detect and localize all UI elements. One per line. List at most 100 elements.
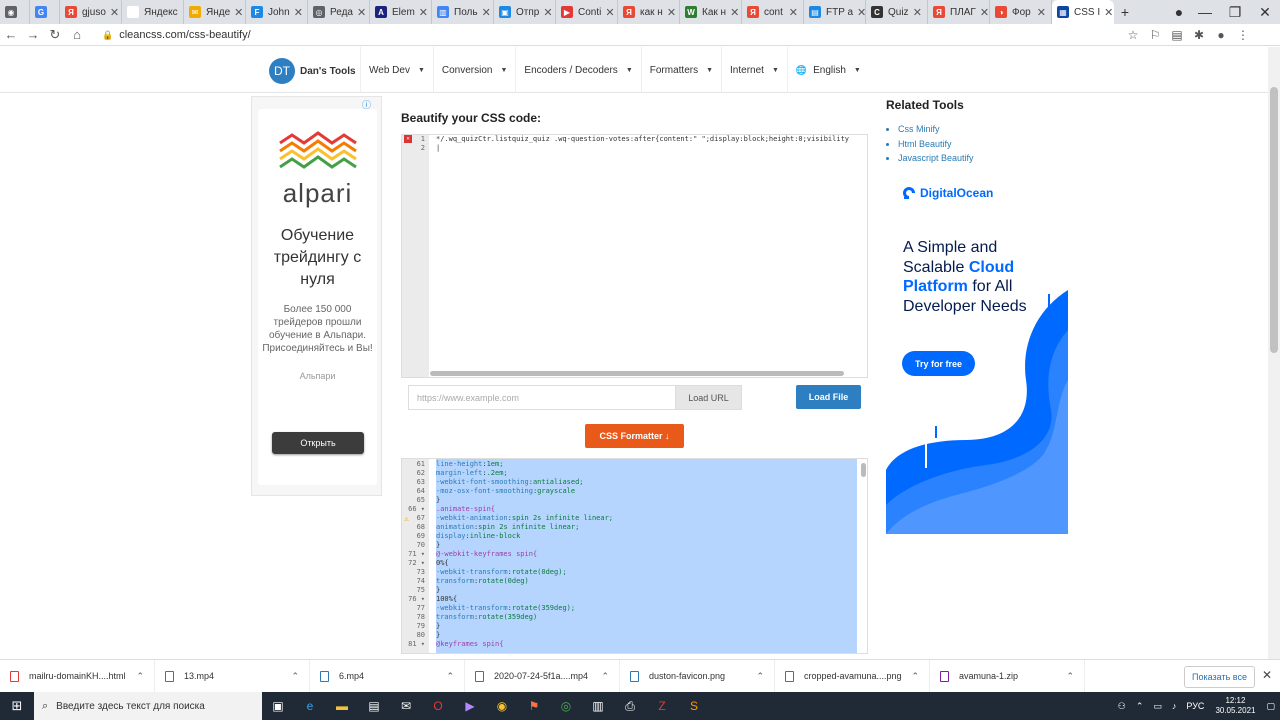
chevron-up-icon[interactable]: ⌃ bbox=[1066, 671, 1074, 682]
browser-tab[interactable]: Яgjuso ✕ bbox=[60, 0, 122, 24]
ad-open-button[interactable]: Открыть bbox=[272, 432, 364, 454]
terminal-icon[interactable]: ▥ bbox=[582, 692, 614, 720]
input-horizontal-scrollbar[interactable] bbox=[430, 371, 844, 376]
tab-close-icon[interactable]: ✕ bbox=[601, 6, 614, 19]
tab-close-icon[interactable]: ✕ bbox=[415, 6, 428, 19]
browser-tab[interactable]: Яcont ✕ bbox=[742, 0, 804, 24]
tab-close-icon[interactable]: ✕ bbox=[539, 6, 552, 19]
load-file-button[interactable]: Load File bbox=[796, 385, 861, 409]
bookmark-star-icon[interactable]: ☆ bbox=[1122, 28, 1144, 42]
download-item[interactable]: avamuna-1.zip ⌃ bbox=[930, 659, 1085, 693]
tab-search-icon[interactable]: ● bbox=[1168, 4, 1190, 20]
user-icon[interactable]: ⚇ bbox=[1118, 701, 1126, 712]
download-item[interactable]: cropped-avamuna....png ⌃ bbox=[775, 659, 930, 693]
tab-close-icon[interactable]: ✕ bbox=[1100, 6, 1113, 19]
mail-icon[interactable]: ✉ bbox=[390, 692, 422, 720]
media-player-icon[interactable]: ▶ bbox=[454, 692, 486, 720]
chevron-up-icon[interactable]: ⌃ bbox=[136, 671, 144, 682]
browser-menu-icon[interactable]: ⋮ bbox=[1232, 28, 1254, 42]
opera-icon[interactable]: O bbox=[422, 692, 454, 720]
torrent-icon[interactable]: ⚑ bbox=[518, 692, 550, 720]
download-item[interactable]: mailru-domainKH....html ⌃ bbox=[0, 659, 155, 693]
filezilla-icon[interactable]: Z bbox=[646, 692, 678, 720]
chevron-up-icon[interactable]: ⌃ bbox=[446, 671, 454, 682]
download-item[interactable]: 2020-07-24-5f1a....mp4 ⌃ bbox=[465, 659, 620, 693]
new-tab-icon[interactable]: + bbox=[1114, 4, 1136, 20]
printer-icon[interactable]: ⎙ bbox=[614, 692, 646, 720]
edge-icon[interactable]: e bbox=[294, 692, 326, 720]
home-icon[interactable]: ⌂ bbox=[66, 27, 88, 42]
tray-chevron-icon[interactable]: ⌃ bbox=[1136, 701, 1144, 712]
tab-close-icon[interactable]: ✕ bbox=[478, 6, 491, 19]
browser-tab[interactable]: ▶ Conti ✕ bbox=[556, 0, 618, 24]
reload-icon[interactable]: ↻ bbox=[44, 27, 66, 43]
browser-tab[interactable]: ◉ bbox=[0, 0, 30, 24]
tab-close-icon[interactable]: ✕ bbox=[663, 6, 676, 19]
page-scroll-thumb[interactable] bbox=[1270, 87, 1278, 353]
related-tool-link[interactable]: Javascript Beautify bbox=[898, 151, 974, 166]
browser-tab[interactable]: ✉ Янде ✕ bbox=[184, 0, 246, 24]
media-icon[interactable]: ▤ bbox=[1166, 28, 1188, 42]
related-tool-link[interactable]: Css Minify bbox=[898, 122, 974, 137]
volume-icon[interactable]: ♪ bbox=[1172, 701, 1177, 711]
chevron-up-icon[interactable]: ⌃ bbox=[601, 671, 609, 682]
menu-item-encoders-decoders[interactable]: Encoders / Decoders ▼ bbox=[515, 47, 640, 93]
digitalocean-ad[interactable]: DigitalOcean A Simple and Scalable Cloud… bbox=[886, 170, 1068, 534]
url-field[interactable]: 🔒 cleancss.com/css-beautify/ bbox=[102, 29, 1122, 41]
sublime-icon[interactable]: S bbox=[678, 692, 710, 720]
explorer-icon[interactable]: ▬ bbox=[326, 692, 358, 720]
browser-tab[interactable]: A Elem ✕ bbox=[370, 0, 432, 24]
site-logo[interactable]: DT Dan's Tools bbox=[269, 58, 356, 84]
keyboard-language[interactable]: РУС bbox=[1186, 701, 1204, 711]
browser-tab[interactable]: ◑ Фор ✕ bbox=[990, 0, 1052, 24]
profile-avatar[interactable]: ● bbox=[1210, 28, 1232, 42]
windows-start-icon[interactable]: ⊞ bbox=[0, 698, 34, 714]
page-scrollbar[interactable] bbox=[1268, 47, 1280, 659]
extensions-icon[interactable]: ✱ bbox=[1188, 28, 1210, 42]
try-for-free-button[interactable]: Try for free bbox=[902, 351, 975, 376]
menu-item-english[interactable]: 🌐 English ▼ bbox=[786, 47, 869, 93]
tab-close-icon[interactable]: ✕ bbox=[106, 6, 119, 19]
close-downloads-icon[interactable]: ✕ bbox=[1262, 668, 1272, 682]
download-item[interactable]: 13.mp4 ⌃ bbox=[155, 659, 310, 693]
network-icon[interactable]: ▭ bbox=[1153, 701, 1162, 712]
url-input[interactable]: https://www.example.com bbox=[408, 385, 676, 410]
store-icon[interactable]: ▤ bbox=[358, 692, 390, 720]
chrome-icon[interactable]: ◉ bbox=[486, 692, 518, 720]
tab-close-icon[interactable]: ✕ bbox=[726, 6, 739, 19]
menu-item-formatters[interactable]: Formatters ▼ bbox=[640, 47, 721, 93]
menu-item-web-dev[interactable]: Web Dev ▼ bbox=[360, 47, 433, 93]
browser-tab[interactable]: F John ✕ bbox=[246, 0, 308, 24]
tab-close-icon[interactable]: ✕ bbox=[853, 6, 865, 19]
download-item[interactable]: duston-favicon.png ⌃ bbox=[620, 659, 775, 693]
css-formatter-button[interactable]: CSS Formatter ↓ bbox=[585, 424, 684, 448]
tab-close-icon[interactable]: ✕ bbox=[785, 6, 798, 19]
tab-close-icon[interactable]: ✕ bbox=[1033, 6, 1046, 19]
browser-tab[interactable]: ▣ Отпр ✕ bbox=[494, 0, 556, 24]
taskbar-search[interactable]: ⌕ Введите здесь текст для поиска bbox=[34, 692, 262, 720]
browser-tab[interactable]: ▤ FTP а ✕ bbox=[804, 0, 866, 24]
browser-tab[interactable]: Яндекс✕ bbox=[122, 0, 184, 24]
window-close-icon[interactable]: ✕ bbox=[1250, 4, 1280, 21]
tab-close-icon[interactable]: ✕ bbox=[290, 6, 303, 19]
minimize-icon[interactable]: — bbox=[1190, 4, 1220, 20]
browser-tab[interactable]: ▥ Поль ✕ bbox=[432, 0, 494, 24]
translate-icon[interactable]: ⚐ bbox=[1144, 28, 1166, 42]
chevron-up-icon[interactable]: ⌃ bbox=[911, 671, 919, 682]
browser-tab[interactable]: C Quiz ✕ bbox=[866, 0, 928, 24]
notifications-icon[interactable]: ▢ bbox=[1266, 701, 1275, 712]
download-item[interactable]: 6.mp4 ⌃ bbox=[310, 659, 465, 693]
chevron-up-icon[interactable]: ⌃ bbox=[756, 671, 764, 682]
output-vertical-scrollbar[interactable] bbox=[861, 463, 866, 477]
css-output-editor[interactable]: 61 62 63 64 65 66 ▾ ⚠ 67 68 69 70 71 ▾ 72 ▾ 73 74 75 76 … bbox=[401, 458, 868, 654]
chevron-up-icon[interactable]: ⌃ bbox=[291, 671, 299, 682]
css-input-editor[interactable]: ✕ 1 2 */.wq_quizCtr.listquiz_quiz .wq-que… bbox=[401, 134, 868, 378]
browser-tab[interactable]: ▦ CSS I ✕ bbox=[1052, 0, 1114, 24]
tab-close-icon[interactable]: ✕ bbox=[909, 6, 922, 19]
tab-close-icon[interactable]: ✕ bbox=[230, 6, 243, 19]
forward-icon[interactable]: → bbox=[22, 27, 44, 42]
browser-tab[interactable]: Я ПЛАГ ✕ bbox=[928, 0, 990, 24]
system-clock[interactable]: 12:12 30.05.2021 bbox=[1215, 696, 1255, 716]
related-tool-link[interactable]: Html Beautify bbox=[898, 137, 974, 152]
browser-tab[interactable]: Якак н ✕ bbox=[618, 0, 680, 24]
